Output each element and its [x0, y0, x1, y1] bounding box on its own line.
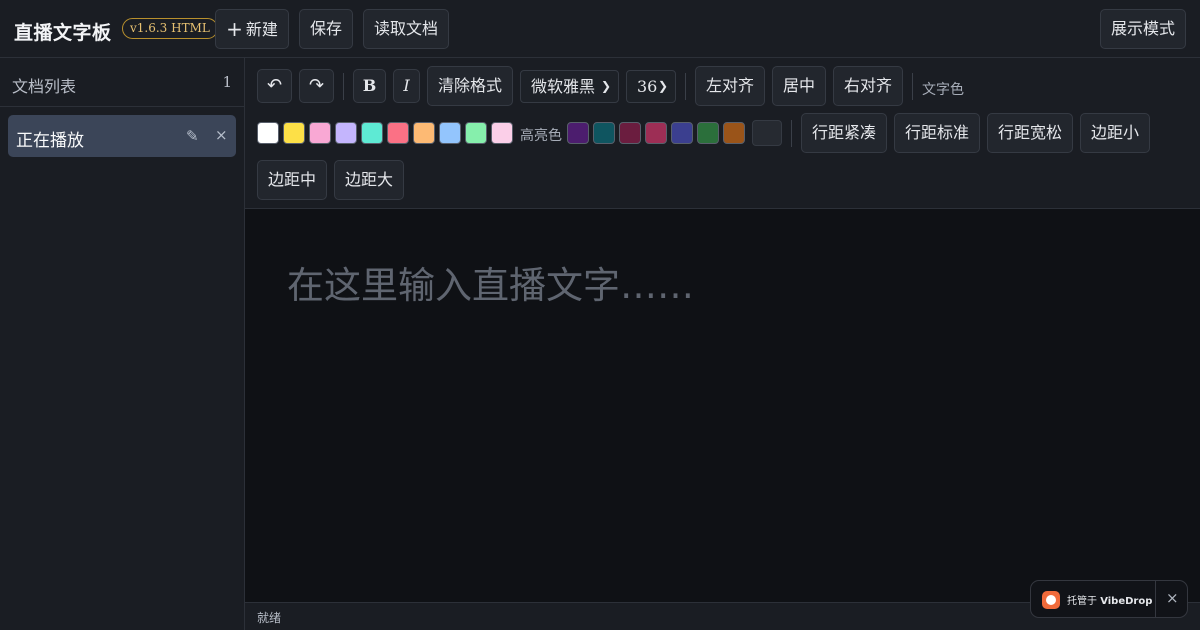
text-color-swatch[interactable]: [413, 122, 435, 144]
document-item[interactable]: 正在播放 ✎ ×: [8, 115, 236, 157]
clear-format-button[interactable]: 清除格式: [427, 66, 513, 106]
margin-large-button[interactable]: 边距大: [334, 160, 404, 200]
highlight-color-swatch[interactable]: [697, 122, 719, 144]
chevron-down-icon: ❯: [657, 79, 668, 93]
margin-medium-button[interactable]: 边距中: [257, 160, 327, 200]
highlight-color-swatch[interactable]: [619, 122, 641, 144]
text-color-swatch[interactable]: [257, 122, 279, 144]
hosted-by-text: 托管于 VibeDrop: [1067, 592, 1152, 607]
sidebar-header: 文档列表 1: [0, 58, 244, 107]
text-color-swatch[interactable]: [439, 122, 461, 144]
badge-divider: [1155, 581, 1156, 617]
toolbar-divider: [343, 73, 344, 100]
text-color-swatch[interactable]: [309, 122, 331, 144]
font-size-select[interactable]: 36 ❯: [626, 70, 676, 103]
highlight-color-swatch[interactable]: [593, 122, 615, 144]
text-color-label: 文字色: [922, 82, 964, 98]
highlight-color-label: 高亮色: [520, 128, 562, 144]
toolbar-divider: [791, 120, 792, 147]
custom-color-picker[interactable]: [752, 120, 782, 146]
text-color-swatch[interactable]: [387, 122, 409, 144]
top-bar: 直播文字板 v1.6.3 HTML + 新建 保存 读取文档 展示模式: [0, 0, 1200, 58]
align-center-button[interactable]: 居中: [772, 66, 826, 106]
text-color-swatch[interactable]: [335, 122, 357, 144]
document-count: 1: [222, 73, 232, 91]
font-family-select[interactable]: 微软雅黑 ❯: [520, 70, 619, 103]
highlight-color-swatch[interactable]: [567, 122, 589, 144]
app-title: 直播文字板: [14, 22, 112, 44]
formatting-toolbar: ↶ ↷ B I 清除格式 微软雅黑 ❯ 36 ❯ 左对齐 居中 右对齐 文字色 高亮…: [245, 58, 1200, 209]
new-button-label: 新建: [245, 20, 278, 39]
line-spacing-normal-button[interactable]: 行距标准: [894, 113, 980, 153]
document-item-label: 正在播放: [16, 131, 84, 151]
hosted-by-brand: VibeDrop: [1100, 596, 1153, 607]
line-spacing-tight-button[interactable]: 行距紧凑: [801, 113, 887, 153]
undo-icon: ↶: [266, 75, 283, 96]
sidebar: 文档列表 1 正在播放 ✎ ×: [0, 58, 245, 630]
editor-placeholder: 在这里输入直播文字……: [287, 264, 694, 307]
redo-icon: ↷: [308, 75, 325, 96]
close-icon[interactable]: ×: [1166, 589, 1179, 607]
new-button[interactable]: + 新建: [215, 9, 289, 49]
highlight-color-swatch[interactable]: [645, 122, 667, 144]
vibedrop-logo-icon: [1042, 591, 1060, 609]
status-text: 就绪: [257, 611, 282, 625]
bold-button[interactable]: B: [353, 69, 386, 103]
redo-button[interactable]: ↷: [299, 69, 334, 103]
highlight-color-swatch[interactable]: [671, 122, 693, 144]
save-button[interactable]: 保存: [299, 9, 353, 49]
toolbar-divider: [685, 73, 686, 100]
align-right-button[interactable]: 右对齐: [833, 66, 903, 106]
toolbar-divider: [912, 73, 913, 100]
undo-button[interactable]: ↶: [257, 69, 292, 103]
italic-button[interactable]: I: [393, 69, 420, 103]
text-color-swatch[interactable]: [465, 122, 487, 144]
pencil-icon[interactable]: ✎: [186, 127, 199, 145]
present-mode-button[interactable]: 展示模式: [1100, 9, 1186, 49]
text-color-swatch[interactable]: [361, 122, 383, 144]
align-left-button[interactable]: 左对齐: [695, 66, 765, 106]
plus-icon: +: [226, 17, 243, 41]
text-editor[interactable]: 在这里输入直播文字……: [245, 209, 1200, 602]
sidebar-title: 文档列表: [12, 77, 77, 96]
open-document-button[interactable]: 读取文档: [363, 9, 449, 49]
line-spacing-loose-button[interactable]: 行距宽松: [987, 113, 1073, 153]
font-family-value: 微软雅黑: [531, 77, 596, 96]
chevron-down-icon: ❯: [600, 79, 611, 93]
close-icon[interactable]: ×: [215, 126, 228, 144]
hosted-by-prefix: 托管于: [1067, 596, 1097, 607]
version-badge: v1.6.3 HTML: [122, 18, 218, 39]
text-color-swatch[interactable]: [283, 122, 305, 144]
text-color-swatch[interactable]: [491, 122, 513, 144]
margin-small-button[interactable]: 边距小: [1080, 113, 1150, 153]
highlight-color-swatch[interactable]: [723, 122, 745, 144]
font-size-value: 36: [637, 77, 658, 96]
hosted-by-badge[interactable]: 托管于 VibeDrop ×: [1030, 580, 1188, 618]
